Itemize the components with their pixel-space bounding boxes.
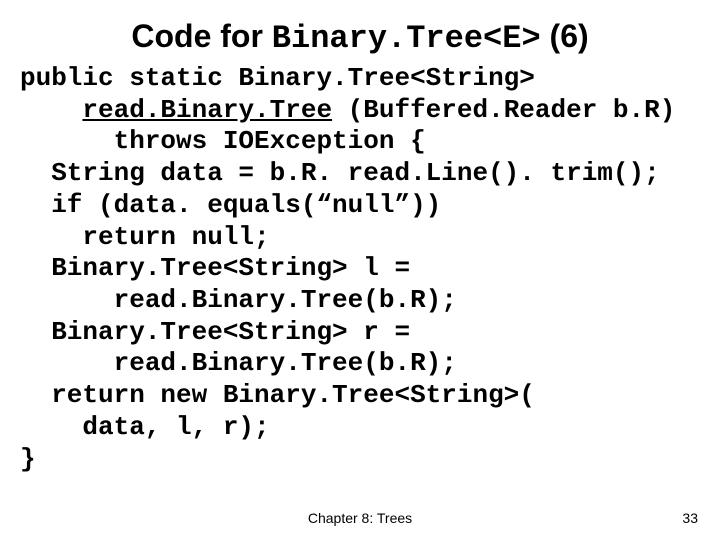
- footer-page-number: 33: [682, 510, 698, 526]
- title-prefix: Code for: [131, 18, 271, 54]
- code-line-13: }: [20, 444, 36, 474]
- code-line-12: data, l, r);: [20, 412, 270, 442]
- code-line-2-underlined: read.Binary.Tree: [82, 95, 332, 125]
- code-block: public static Binary.Tree<String> read.B…: [20, 63, 700, 475]
- title-suffix: (6): [541, 18, 589, 54]
- slide: Code for Binary.Tree<E> (6) public stati…: [0, 0, 720, 540]
- code-line-2-rest: (Buffered.Reader b.R): [332, 95, 675, 125]
- title-mono: Binary.Tree<E>: [272, 20, 541, 57]
- slide-title: Code for Binary.Tree<E> (6): [20, 18, 700, 57]
- code-line-11: return new Binary.Tree<String>(: [20, 380, 535, 410]
- code-line-5: if (data. equals(“null”)): [20, 190, 441, 220]
- code-line-8: read.Binary.Tree(b.R);: [20, 285, 457, 315]
- code-line-6: return null;: [20, 222, 270, 252]
- code-line-3: throws IOException {: [20, 126, 426, 156]
- footer-chapter: Chapter 8: Trees: [0, 510, 720, 526]
- code-line-10: read.Binary.Tree(b.R);: [20, 348, 457, 378]
- code-line-1: public static Binary.Tree<String>: [20, 63, 535, 93]
- code-line-2-indent: [20, 95, 82, 125]
- code-line-9: Binary.Tree<String> r =: [20, 317, 410, 347]
- code-line-7: Binary.Tree<String> l =: [20, 253, 410, 283]
- code-line-4: String data = b.R. read.Line(). trim();: [20, 158, 660, 188]
